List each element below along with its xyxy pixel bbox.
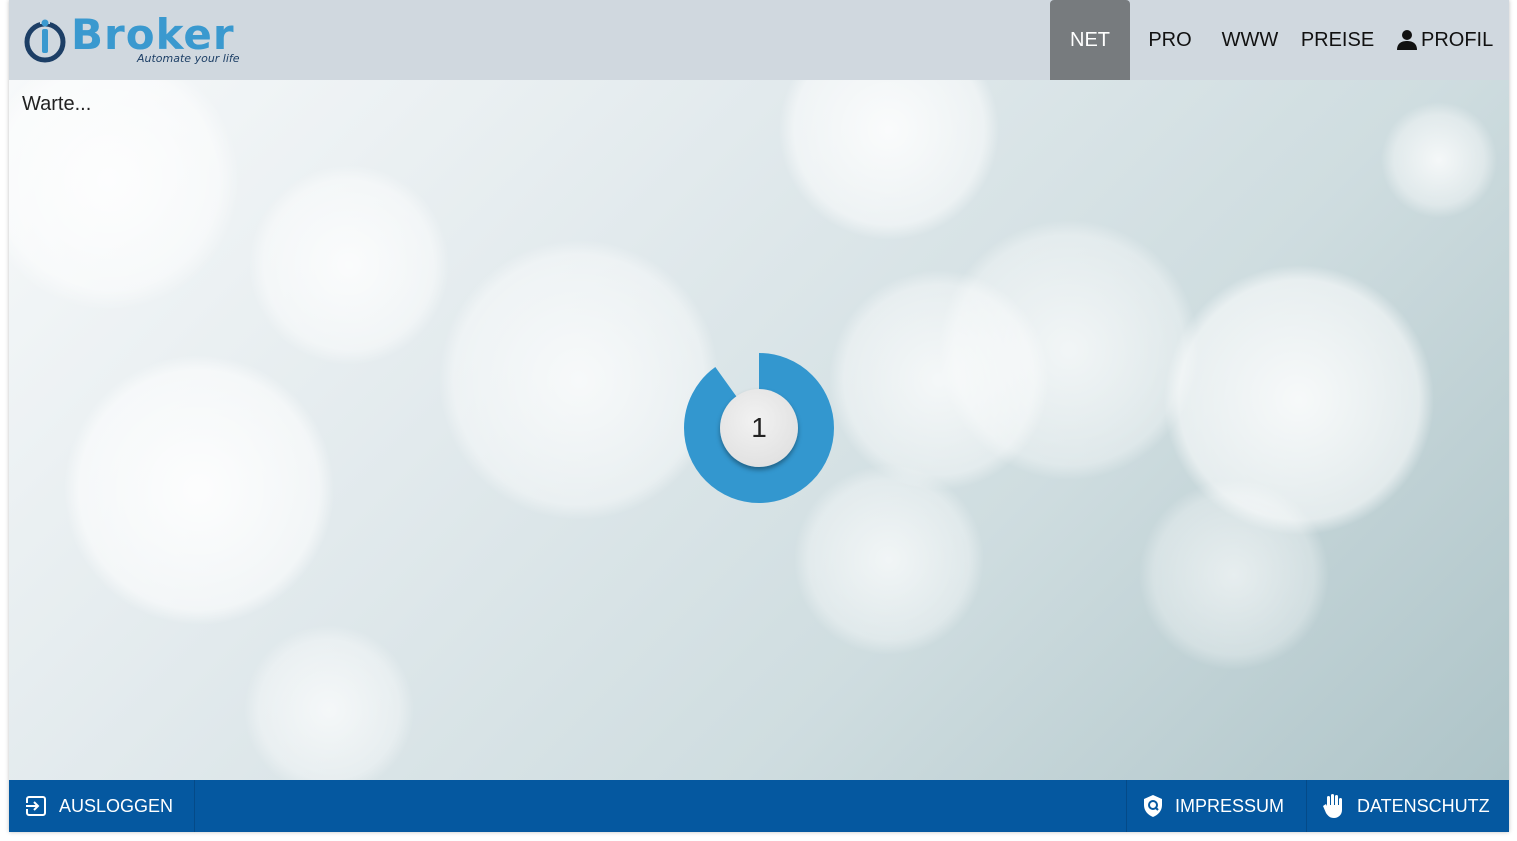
iobroker-power-icon: [24, 19, 66, 63]
countdown-spinner: 1: [684, 353, 834, 503]
app-window: Broker Automate your life NET PRO WWW PR…: [9, 0, 1509, 832]
main-content: Warte... 1: [9, 80, 1509, 780]
shield-icon: [1143, 794, 1163, 818]
main-nav: NET PRO WWW PREISE PROFIL: [1050, 0, 1509, 80]
logout-button[interactable]: AUSLOGGEN: [9, 780, 195, 832]
nav-net-label: NET: [1070, 28, 1110, 51]
logo-tagline: Automate your life: [137, 52, 240, 65]
countdown-value: 1: [720, 389, 798, 467]
impressum-label: IMPRESSUM: [1175, 795, 1285, 816]
person-icon: [1397, 30, 1417, 50]
status-text: Warte...: [22, 93, 92, 115]
datenschutz-label: DATENSCHUTZ: [1357, 795, 1490, 816]
nav-pro-label: PRO: [1148, 28, 1192, 51]
logout-icon: [25, 795, 47, 817]
nav-preise[interactable]: PREISE: [1290, 0, 1385, 80]
logout-label: AUSLOGGEN: [59, 795, 174, 816]
nav-preise-label: PREISE: [1300, 28, 1375, 51]
nav-profil-label: PROFIL: [1421, 28, 1494, 51]
iobroker-logo[interactable]: Broker Automate your life: [23, 10, 253, 68]
nav-net[interactable]: NET: [1050, 0, 1130, 80]
nav-www-label: WWW: [1221, 28, 1279, 51]
bottom-bar: AUSLOGGEN IMPRESSUM DATENSCHUTZ: [9, 780, 1509, 832]
impressum-button[interactable]: IMPRESSUM: [1126, 780, 1306, 832]
hand-icon: [1321, 793, 1345, 819]
top-bar: Broker Automate your life NET PRO WWW PR…: [9, 0, 1509, 80]
nav-pro[interactable]: PRO: [1130, 0, 1210, 80]
nav-profil[interactable]: PROFIL: [1385, 0, 1509, 80]
datenschutz-button[interactable]: DATENSCHUTZ: [1306, 780, 1509, 832]
nav-www[interactable]: WWW: [1210, 0, 1290, 80]
